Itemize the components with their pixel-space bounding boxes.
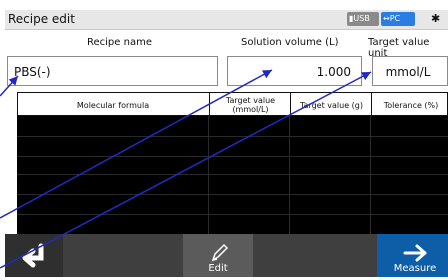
recipe-name-label: Recipe name xyxy=(87,37,152,48)
measure-label: Measure xyxy=(393,263,437,274)
target-value-unit-field[interactable]: mmol/L xyxy=(372,56,448,86)
pc-connection-status: ↔PC xyxy=(381,12,415,26)
column-target-value-mmol: Target value (mmol/L) xyxy=(209,93,291,117)
table-row[interactable] xyxy=(17,136,448,137)
bottom-toolbar: Edit Measure xyxy=(5,234,448,277)
table-row[interactable] xyxy=(17,174,448,175)
solution-volume-label: Solution volume (L) xyxy=(241,37,339,48)
measure-button[interactable]: Measure xyxy=(377,234,448,277)
solution-volume-field[interactable]: 1.000 xyxy=(227,56,362,86)
recipe-name-field[interactable]: PBS(-) xyxy=(7,56,218,86)
column-target-value-g: Target value (g) xyxy=(290,93,372,117)
table-row[interactable] xyxy=(17,214,448,215)
table-col-divider xyxy=(370,116,371,234)
table-row[interactable] xyxy=(17,156,448,157)
title-bar: Recipe edit ▮USB ↔PC ✱ xyxy=(5,10,448,30)
window-title: Recipe edit xyxy=(8,12,75,26)
column-molecular-formula: Molecular formula xyxy=(76,100,150,110)
column-tolerance: Tolerance (%) xyxy=(371,93,448,117)
bluetooth-icon: ✱ xyxy=(431,12,441,25)
usb-status: ▮USB xyxy=(347,12,379,26)
edit-label: Edit xyxy=(208,263,228,274)
pc-icon: ↔ xyxy=(383,14,390,23)
back-arrow-icon xyxy=(22,243,44,268)
bluetooth-status: ✱ xyxy=(429,12,447,26)
table-row[interactable] xyxy=(17,194,448,195)
table-header: Molecular formula Target value (mmol/L) … xyxy=(17,92,448,117)
edit-button[interactable]: Edit xyxy=(183,234,253,277)
back-button[interactable] xyxy=(5,234,63,277)
table-col-divider xyxy=(208,116,209,234)
pencil-icon xyxy=(211,243,229,262)
table-col-divider xyxy=(289,116,290,234)
recipe-edit-screen: Recipe edit ▮USB ↔PC ✱ Recipe name Solut… xyxy=(0,0,448,277)
